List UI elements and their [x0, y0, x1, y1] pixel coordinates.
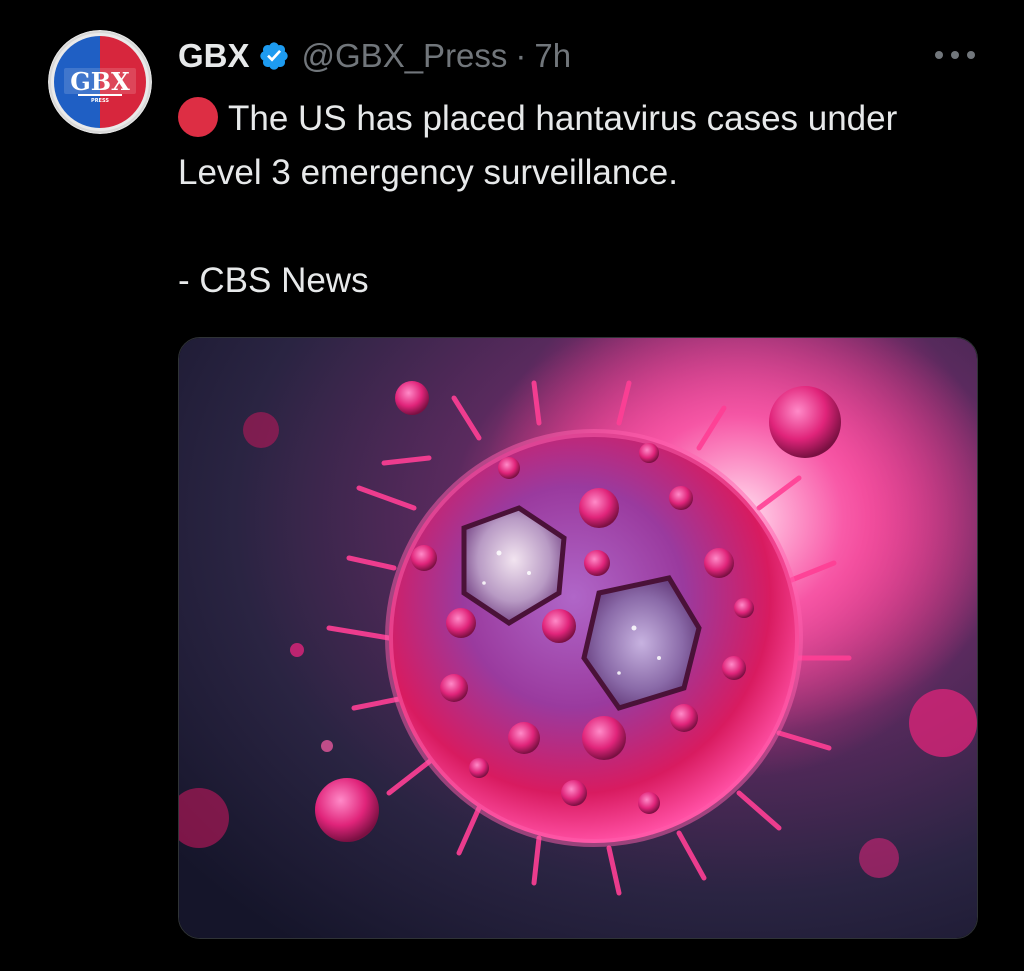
avatar-subtext: PRESS [91, 98, 109, 104]
tweet-media[interactable] [178, 337, 978, 939]
tweet[interactable]: GBX PRESS GBX @GBX_Press · 7h The US has… [0, 0, 1024, 971]
tweet-header: GBX @GBX_Press · 7h [178, 30, 571, 82]
gbx-logo: GBX PRESS [48, 30, 152, 134]
separator-dot: · [515, 37, 527, 74]
avatar[interactable]: GBX PRESS [48, 30, 152, 134]
display-name[interactable]: GBX [178, 37, 250, 75]
virus-illustration [179, 338, 977, 938]
red-circle-icon [178, 97, 218, 137]
verified-badge-icon[interactable] [258, 40, 290, 72]
tweet-source: - CBS News [178, 261, 369, 300]
timestamp[interactable]: 7h [534, 37, 571, 75]
avatar-text: GBX [70, 67, 130, 96]
more-dots-icon[interactable] [930, 40, 980, 70]
handle[interactable]: @GBX_Press [302, 37, 508, 75]
tweet-text-line: The US has placed hantavirus cases under… [178, 99, 898, 192]
tweet-body: The US has placed hantavirus cases under… [178, 92, 958, 200]
tweet-text: The US has placed hantavirus cases under… [178, 92, 958, 308]
